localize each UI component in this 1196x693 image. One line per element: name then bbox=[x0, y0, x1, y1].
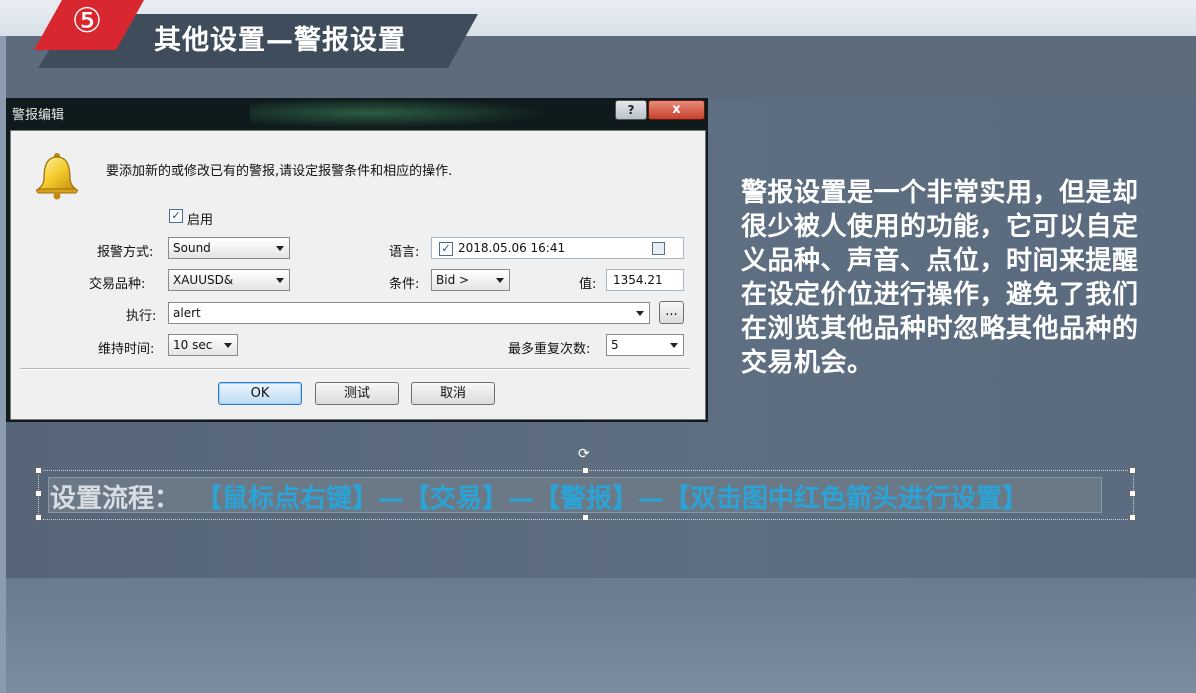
chevron-down-icon bbox=[636, 311, 644, 316]
divider bbox=[20, 368, 690, 370]
titlebar-glow bbox=[250, 98, 550, 128]
dialog-title: 警报编辑 bbox=[12, 108, 65, 123]
test-button[interactable]: 测试 bbox=[315, 382, 399, 405]
bell-icon bbox=[35, 153, 79, 200]
step-number: ⑤ bbox=[71, 1, 103, 41]
alert-type-select[interactable]: Sound bbox=[168, 237, 290, 259]
cancel-button[interactable]: 取消 bbox=[411, 382, 495, 405]
expiry-datetime-field[interactable]: ✓ 2018.05.06 16:41 bbox=[431, 237, 684, 259]
calendar-icon[interactable] bbox=[652, 242, 665, 255]
chevron-down-icon bbox=[224, 343, 232, 348]
max-repeats-select[interactable]: 5 bbox=[606, 334, 684, 356]
resize-handle[interactable] bbox=[35, 514, 42, 521]
resize-handle[interactable] bbox=[582, 514, 589, 521]
bottom-background bbox=[0, 578, 1196, 693]
symbol-select[interactable]: XAUUSD& bbox=[168, 269, 290, 291]
enable-label: 启用 bbox=[187, 213, 214, 228]
enable-checkbox[interactable]: ✓ bbox=[169, 209, 183, 223]
action-value: alert bbox=[173, 306, 201, 320]
symbol-value: XAUUSD& bbox=[173, 273, 234, 287]
chevron-down-icon bbox=[276, 278, 284, 283]
condition-select[interactable]: Bid > bbox=[431, 269, 510, 291]
timeout-value: 10 sec bbox=[173, 338, 213, 352]
action-select[interactable]: alert bbox=[168, 302, 650, 324]
condition-value: Bid > bbox=[436, 273, 470, 287]
timeout-label: 维持时间: bbox=[98, 342, 155, 357]
resize-handle[interactable] bbox=[35, 467, 42, 474]
rotate-handle-icon[interactable]: ⟳ bbox=[578, 446, 590, 462]
resize-handle[interactable] bbox=[1129, 514, 1136, 521]
flow-steps: 【鼠标点右键】—【交易】—【警报】—【双击图中红色箭头进行设置】 bbox=[196, 484, 1029, 514]
dialog-message: 要添加新的或修改已有的警报,请设定报警条件和相应的操作. bbox=[106, 164, 453, 179]
timeout-select[interactable]: 10 sec bbox=[168, 334, 238, 356]
price-value: 1354.21 bbox=[613, 273, 663, 287]
ok-button[interactable]: OK bbox=[218, 382, 302, 405]
expiry-label: 语言: bbox=[389, 245, 420, 260]
max-repeats-label: 最多重复次数: bbox=[508, 342, 591, 357]
symbol-label: 交易品种: bbox=[89, 277, 146, 292]
description-text: 警报设置是一个非常实用，但是却很少被人使用的功能，它可以自定义品种、声音、点位，… bbox=[741, 178, 1139, 378]
resize-handle[interactable] bbox=[1129, 490, 1136, 497]
max-repeats-value: 5 bbox=[611, 338, 619, 352]
close-button[interactable]: x bbox=[648, 100, 705, 120]
resize-handle[interactable] bbox=[35, 490, 42, 497]
resize-handle[interactable] bbox=[1129, 467, 1136, 474]
help-button[interactable]: ? bbox=[615, 100, 647, 120]
condition-label: 条件: bbox=[389, 277, 420, 292]
alert-type-value: Sound bbox=[173, 241, 211, 255]
expiry-checkbox[interactable]: ✓ bbox=[439, 242, 453, 256]
flow-label: 设置流程： bbox=[50, 484, 181, 514]
resize-handle[interactable] bbox=[582, 467, 589, 474]
price-label: 值: bbox=[579, 277, 597, 292]
price-input[interactable]: 1354.21 bbox=[606, 269, 684, 291]
alert-type-label: 报警方式: bbox=[97, 245, 154, 260]
chevron-down-icon bbox=[670, 343, 678, 348]
browse-button[interactable]: ... bbox=[659, 301, 684, 324]
slide-title: 其他设置—警报设置 bbox=[154, 25, 406, 56]
action-label: 执行: bbox=[126, 309, 157, 324]
chevron-down-icon bbox=[276, 246, 284, 251]
expiry-value: 2018.05.06 16:41 bbox=[458, 241, 566, 255]
chevron-down-icon bbox=[496, 278, 504, 283]
